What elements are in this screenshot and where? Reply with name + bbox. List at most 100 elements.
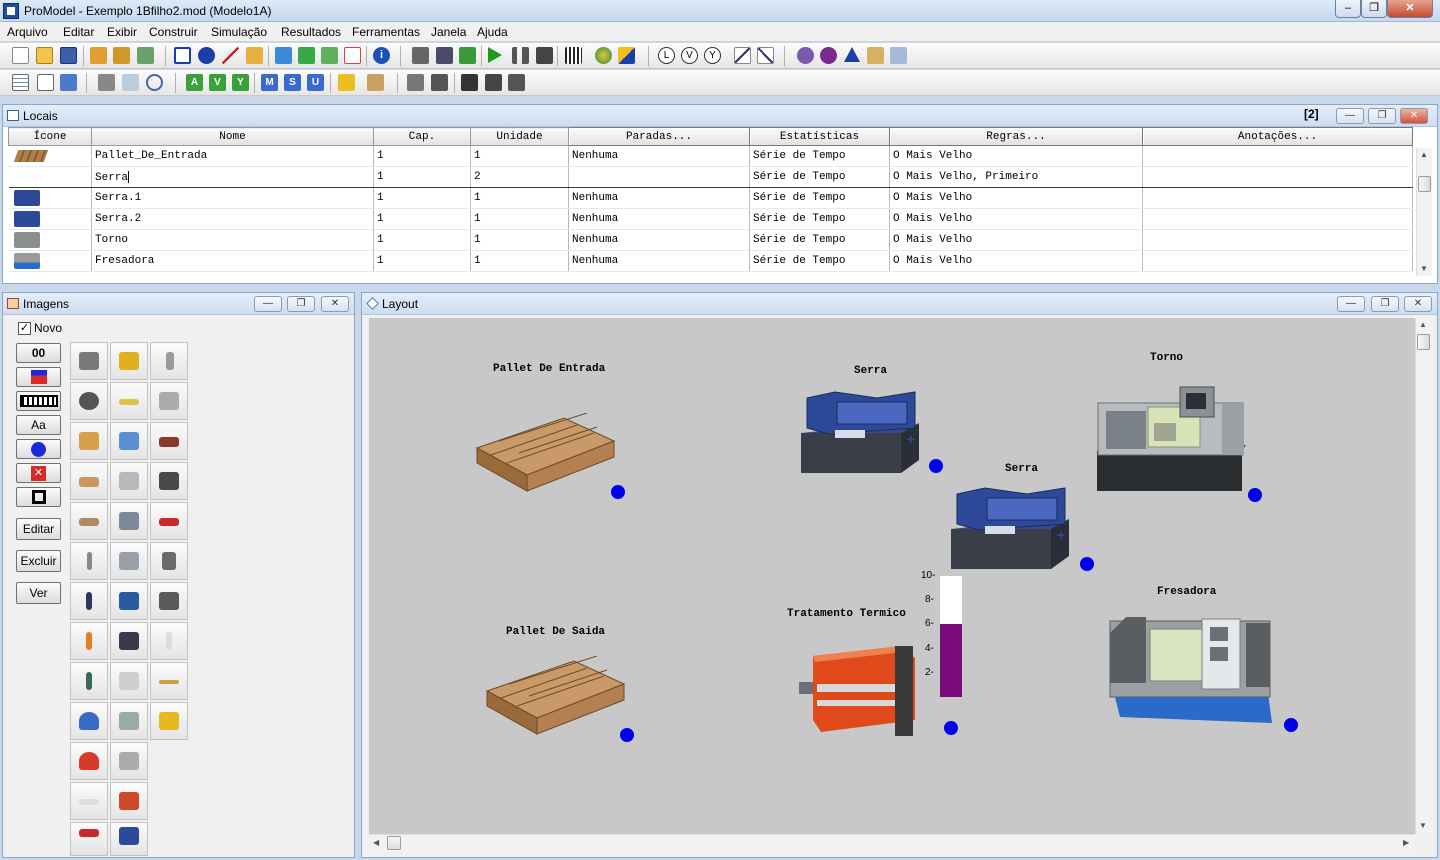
cell-nome[interactable]: Pallet_De_Entrada xyxy=(91,145,374,167)
close-button[interactable]: ✕ xyxy=(1387,0,1433,18)
library-item-printer[interactable] xyxy=(110,662,148,700)
views-icon[interactable] xyxy=(797,47,814,64)
arrivals-icon[interactable] xyxy=(275,47,292,64)
library-item-forklift[interactable] xyxy=(110,342,148,380)
editar-button[interactable]: Editar xyxy=(16,518,61,540)
open-folder-icon[interactable] xyxy=(36,47,53,64)
library-item-red-car[interactable] xyxy=(70,822,108,856)
cell-paradas[interactable]: Nenhuma xyxy=(568,208,750,230)
library-item-pallet[interactable] xyxy=(70,462,108,500)
fresadora-graphic[interactable] xyxy=(1106,613,1281,733)
maximize-button[interactable]: ❐ xyxy=(1361,0,1387,18)
export-icon[interactable] xyxy=(60,74,77,91)
library-item-barrel[interactable] xyxy=(150,542,188,580)
cell-nome[interactable]: Serra.2 xyxy=(91,208,374,230)
col-paradas-button[interactable]: Paradas... xyxy=(568,127,750,146)
locais-close-button[interactable]: ✕ xyxy=(1400,108,1428,124)
library-item-blue-saw[interactable] xyxy=(110,822,148,856)
background-icon[interactable] xyxy=(508,74,525,91)
menu-editar[interactable]: Editar xyxy=(63,25,94,39)
cell-unidade[interactable]: 2 xyxy=(470,166,569,188)
torno-graphic[interactable] xyxy=(1094,383,1249,498)
table-row[interactable]: Pallet_De_Entrada 1 1 Nenhuma Série de T… xyxy=(8,145,1413,167)
cell-cap[interactable]: 1 xyxy=(373,229,471,251)
cell-paradas[interactable]: Nenhuma xyxy=(568,145,750,167)
rectangle-icon[interactable] xyxy=(174,47,191,64)
serra-mid-graphic[interactable]: + xyxy=(947,484,1077,574)
cell-nome[interactable]: Torno xyxy=(91,229,374,251)
layout-horizontal-scrollbar[interactable]: ◀ ▶ xyxy=(369,834,1415,852)
cell-paradas[interactable] xyxy=(568,166,750,188)
chart-icon[interactable] xyxy=(734,47,751,64)
model-icon[interactable] xyxy=(113,47,130,64)
location-stats-icon[interactable]: L xyxy=(658,47,675,64)
library-item-worker-white[interactable] xyxy=(150,622,188,660)
table-row[interactable]: Serra.2 1 1 Nenhuma Série de Tempo O Mai… xyxy=(8,208,1413,230)
gauge-tool-button[interactable] xyxy=(16,367,61,387)
variable-stats-icon[interactable]: V xyxy=(681,47,698,64)
save-run-icon[interactable] xyxy=(459,47,476,64)
col-cap[interactable]: Cap. xyxy=(373,127,471,146)
cell-regras[interactable]: O Mais Velho, Primeiro xyxy=(889,166,1143,188)
library-item-crate[interactable] xyxy=(70,422,108,460)
serra-top-graphic[interactable]: + xyxy=(797,388,927,478)
layout-close-button[interactable]: ✕ xyxy=(1404,296,1432,312)
cell-estat[interactable]: Série de Tempo xyxy=(749,208,890,230)
minimize-button[interactable]: – xyxy=(1335,0,1361,18)
cell-estat[interactable]: Série de Tempo xyxy=(749,166,890,188)
graphics-icon[interactable] xyxy=(890,47,907,64)
cell-nome[interactable]: Fresadora xyxy=(91,250,374,272)
cell-cap[interactable]: 1 xyxy=(373,187,471,209)
scroll-up-arrow[interactable]: ▲ xyxy=(1419,320,1427,329)
trace-icon[interactable] xyxy=(565,47,582,64)
new-file-icon[interactable] xyxy=(12,47,29,64)
menu-janela[interactable]: Janela xyxy=(431,25,466,39)
stop-icon[interactable] xyxy=(536,47,553,64)
subroutines-icon[interactable]: S xyxy=(284,74,301,91)
library-item-machine[interactable] xyxy=(110,422,148,460)
library-item-label[interactable] xyxy=(70,782,108,820)
run-icon[interactable] xyxy=(488,47,502,63)
info-icon[interactable]: i xyxy=(373,47,390,64)
cell-paradas[interactable]: Nenhuma xyxy=(568,187,750,209)
layout-vertical-scrollbar[interactable]: ▲ ▼ xyxy=(1415,318,1431,834)
mill-thumbnail[interactable] xyxy=(8,250,92,272)
library-item-rack[interactable] xyxy=(150,582,188,620)
cell-estat[interactable]: Série de Tempo xyxy=(749,229,890,251)
excluir-button[interactable]: Excluir xyxy=(16,550,61,572)
imagens-minimize-button[interactable]: — xyxy=(254,296,282,312)
variables-icon[interactable]: V xyxy=(209,74,226,91)
path-icon[interactable] xyxy=(222,47,239,64)
library-item-group-red[interactable] xyxy=(70,742,108,780)
cell-anotacoes[interactable] xyxy=(1142,187,1413,209)
library-item-arm[interactable] xyxy=(110,382,148,420)
col-icone[interactable]: Ícone xyxy=(8,127,92,146)
options-icon[interactable] xyxy=(412,47,429,64)
cell-unidade[interactable]: 1 xyxy=(470,187,569,209)
table-row[interactable]: Fresadora 1 1 Nenhuma Série de Tempo O M… xyxy=(8,250,1413,272)
entity-spot-button[interactable]: ✕ xyxy=(16,463,61,483)
pallet-thumbnail[interactable] xyxy=(8,145,92,167)
lathe-thumbnail[interactable] xyxy=(8,229,92,251)
cell-nome[interactable]: Serra.1 xyxy=(91,187,374,209)
library-item-pipe[interactable] xyxy=(70,542,108,580)
cell-paradas[interactable]: Nenhuma xyxy=(568,250,750,272)
cell-cap[interactable]: 1 xyxy=(373,250,471,272)
shifts2-icon[interactable] xyxy=(431,74,448,91)
library-item-robot[interactable] xyxy=(110,462,148,500)
conveyor-tool-button[interactable] xyxy=(16,391,61,411)
locais-scrollbar[interactable]: ▲ ▼ xyxy=(1416,148,1432,276)
menu-ferramentas[interactable]: Ferramentas xyxy=(352,25,420,39)
scroll-thumb[interactable] xyxy=(1418,176,1431,192)
table-row[interactable]: Serra.1 1 1 Nenhuma Série de Tempo O Mai… xyxy=(8,187,1413,209)
export-model-icon[interactable] xyxy=(485,74,502,91)
layout-settings-icon[interactable] xyxy=(98,74,115,91)
imagens-restore-button[interactable]: ❐ xyxy=(287,296,315,312)
cell-icone[interactable] xyxy=(8,166,92,188)
saw-thumbnail[interactable] xyxy=(8,208,92,230)
grid-icon[interactable] xyxy=(12,74,29,91)
macros-icon[interactable]: M xyxy=(261,74,278,91)
library-item-worker[interactable] xyxy=(70,582,108,620)
circle-icon[interactable] xyxy=(198,47,215,64)
output-icon[interactable] xyxy=(618,47,635,64)
